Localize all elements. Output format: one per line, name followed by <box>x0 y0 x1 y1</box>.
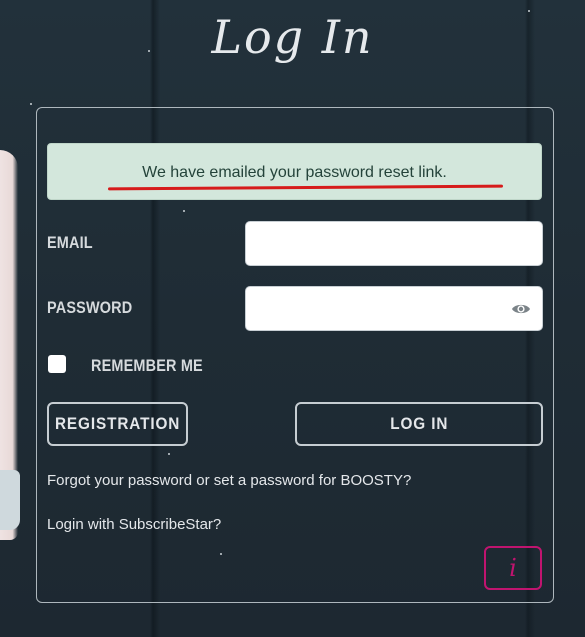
info-button[interactable]: i <box>484 546 542 590</box>
forgot-password-link[interactable]: Forgot your password or set a password f… <box>47 472 411 489</box>
remember-me-label[interactable]: REMEMBER ME <box>91 356 203 376</box>
password-field[interactable] <box>245 286 543 331</box>
alert-message: We have emailed your password reset link… <box>142 164 447 181</box>
login-button[interactable]: LOG IN <box>295 402 543 446</box>
remember-me-checkbox[interactable] <box>48 355 66 373</box>
login-button-label: LOG IN <box>389 414 449 433</box>
registration-button[interactable]: REGISTRATION <box>47 402 188 446</box>
background-star <box>30 103 32 105</box>
page-title: Log In <box>211 10 374 64</box>
subscribestar-login-link[interactable]: Login with SubscribeStar? <box>47 516 221 533</box>
success-alert: We have emailed your password reset link… <box>47 143 542 200</box>
alert-highlight-underline <box>107 184 504 191</box>
password-label: PASSWORD <box>47 298 133 317</box>
email-label: EMAIL <box>47 233 93 252</box>
background-figure-cuff <box>0 470 20 530</box>
email-field[interactable] <box>245 221 543 266</box>
info-icon: i <box>509 554 517 582</box>
eye-icon[interactable] <box>511 299 531 319</box>
registration-button-label: REGISTRATION <box>54 414 181 433</box>
